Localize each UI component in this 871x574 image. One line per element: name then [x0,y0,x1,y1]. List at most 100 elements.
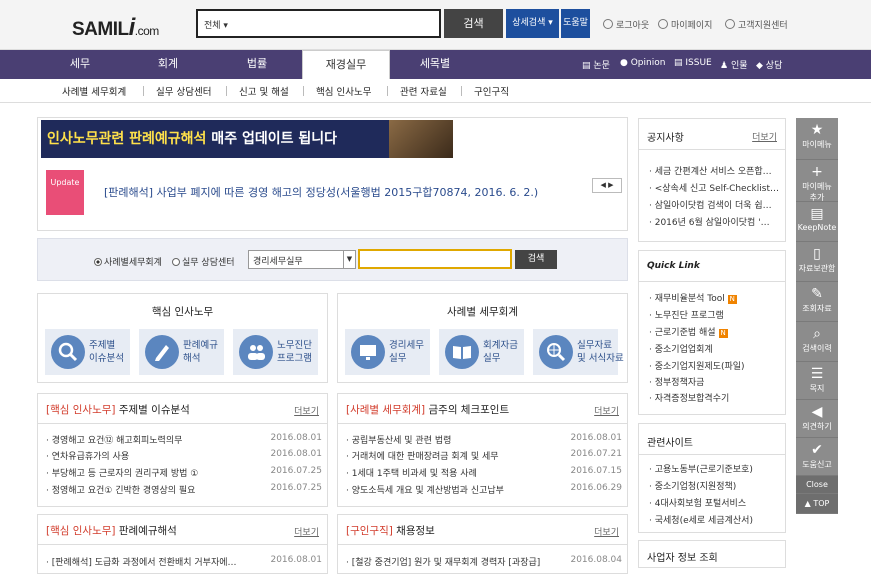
subnav-report[interactable]: 신고 및 해설 [239,84,289,98]
quick-item[interactable]: · 자격증정보합격수기 [649,391,729,404]
list-item-date: 2016.07.21 [570,449,622,459]
search-input[interactable]: 전체 ▾ [196,9,441,38]
list-item[interactable]: · 1세대 1주택 비과세 및 적용 사례 2016.07.15 [346,466,622,479]
site-item[interactable]: · 4대사회보험 포털서비스 [649,496,746,509]
checkpoint-more-link[interactable]: 더보기 [594,404,619,417]
radio-case[interactable]: 사례별세무회계 [94,255,162,268]
card-precedent[interactable]: 판례예규 해석 [139,329,224,375]
logout-link[interactable]: 로그아웃 [603,18,649,31]
rail-close-button[interactable]: Close [796,476,838,494]
notice-item[interactable]: · 세금 간편계산 서비스 오픈합… [649,164,779,177]
detail-search-button[interactable]: 상세검색 ▾ [506,9,559,38]
site-item[interactable]: · 고용노동부(근로기준보호) [649,462,753,475]
support-link[interactable]: 고객지원센터 [725,18,788,31]
rail-feedback[interactable]: ◀ 의견하기 [796,400,838,438]
notice-item[interactable]: · <상속세 신고 Self-Checklist… [649,181,779,194]
list-item[interactable]: · [철강 중견기업] 원가 및 재무회계 경력자 [과장급] 2016.08.0… [346,555,622,568]
rail-search-history[interactable]: ⌕ 검색이력 [796,322,838,362]
rail-my-menu[interactable]: ★ 마이메뉴 [796,118,838,160]
issue-list-box: [핵심 인사노무] 주제별 이슈분석 더보기 · 경영해고 요건⑫ 해고회피노력… [37,393,328,507]
update-headline[interactable]: [판례해석] 사업부 폐지에 따른 경영 해고의 정당성(서울행법 2015구합… [104,184,538,200]
list-item-title: [철강 중견기업] 원가 및 재무회계 경력자 [과장급] [351,558,541,568]
banner-title[interactable]: 인사노무관련 판례예규해석 매주 업데이트 됩니다 [41,120,389,158]
quick-item[interactable]: · 노무진단 프로그램 [649,308,724,321]
divider [303,86,304,96]
list-item[interactable]: · 거래처에 대한 판매장려금 회계 및 세무 2016.07.21 [346,449,622,462]
jobs-more-link[interactable]: 더보기 [594,525,619,538]
list-item[interactable]: · 연차유급휴가의 사용 2016.08.01 [46,449,322,462]
card-issue-analysis[interactable]: 주제별 이슈분석 [45,329,130,375]
nav-accounting[interactable]: 회계 [124,50,212,79]
site-item[interactable]: · 중소기업청(지원정책) [649,479,736,492]
keyword-input[interactable] [358,249,512,269]
card-accounting-practice[interactable]: 경리세무 실무 [345,329,430,375]
category-select[interactable]: 경리세무실무 ▼ [248,250,356,269]
subnav-hr[interactable]: 핵심 인사노무 [316,84,371,98]
subnav-jobs[interactable]: 구인구직 [474,84,509,98]
list-item[interactable]: · 정영해고 요건① 긴박한 경영상의 필요 2016.07.25 [46,483,322,496]
list-item[interactable]: · 공립부동산세 및 관련 법령 2016.08.01 [346,433,622,446]
list-item[interactable]: · 부당해고 등 근로자의 권리구제 방법 ① 2016.07.25 [46,466,322,479]
nav-tax[interactable]: 세무 [36,50,124,79]
divider [226,86,227,96]
rail-list[interactable]: ☰ 목지 [796,362,838,400]
search-button[interactable]: 검색 [444,9,503,38]
notice-more-link[interactable]: 더보기 [752,130,777,143]
issue-more-link[interactable]: 더보기 [294,404,319,417]
list-item[interactable]: · [판례해석] 도급화 과정에서 전환배치 거부자에… 2016.08.01 [46,555,322,568]
quick-item[interactable]: · 중소기업지원제도(파일) [649,359,745,372]
rail-viewed[interactable]: ✎ 조회자료 [796,282,838,322]
divider [143,86,144,96]
help-button[interactable]: 도움말 [561,9,590,38]
rail-keepnote[interactable]: ▤ KeepNote [796,202,838,242]
list-item-date: 2016.08.04 [570,555,622,565]
list-item-title: [판례해석] 도급화 과정에서 전환배치 거부자에… [51,558,237,568]
subnav-library[interactable]: 관련 자료실 [400,84,447,98]
nav-people[interactable]: ♟ 인물 [720,58,748,71]
list-item-date: 2016.07.25 [270,466,322,476]
nav-consult[interactable]: ◆ 상담 [756,58,782,71]
rail-label: 의견하기 [802,422,832,431]
card-forms[interactable]: 실무자료 및 서식자료 [533,329,624,375]
checkpoint-list-box: [사례별 세무회계] 금주의 체크포인트 더보기 · 공립부동산세 및 관련 법… [337,393,628,507]
star-icon: ★ [810,122,824,138]
rail-report[interactable]: ✔ 도움신고 [796,438,838,476]
rail-archive[interactable]: ▯ 자료보관함 [796,242,838,282]
subnav-consult[interactable]: 실무 상담센터 [156,84,211,98]
card-funds-practice[interactable]: 회계자금 실무 [439,329,524,375]
mypage-link[interactable]: 마이페이지 [658,18,712,31]
nav-people-label: 인물 [730,61,748,71]
notice-item[interactable]: · 2016년 6월 삼일아이닷컴 '… [649,215,779,228]
quick-item-label: 노무진단 프로그램 [654,311,724,321]
banner-arrows[interactable]: ◀ ▶ [592,178,622,193]
quick-item-label: 근로기준법 해설 [654,328,716,338]
quick-item[interactable]: · 재무비율분석 Tool N [649,291,737,304]
notice-item[interactable]: · 삼일아이닷컴 검색이 더욱 쉽… [649,198,779,211]
nav-opinion[interactable]: ● Opinion [620,58,665,68]
nav-law[interactable]: 법률 [212,50,302,79]
samil-logo[interactable]: SAMILi.com [72,14,159,42]
related-sites-title: 관련사이트 [647,438,693,449]
search-scope-select[interactable]: 전체 ▾ [204,18,228,31]
keyword-search-button[interactable]: 검색 [515,250,557,269]
card-labor-diagnosis[interactable]: 노무진단 프로그램 [233,329,318,375]
quick-item[interactable]: · 정부정책자금 [649,375,704,388]
nav-tax-items[interactable]: 세목별 [390,50,480,79]
nav-paper[interactable]: ▤ 논문 [582,58,610,71]
nav-practice[interactable]: 재경실무 [302,50,390,79]
rail-add-menu[interactable]: + 마이메뉴 추가 [796,160,838,202]
list-item[interactable]: · 경영해고 요건⑫ 해고회피노력의무 2016.08.01 [46,433,322,446]
site-item[interactable]: · 국세청(e세로 세금계산서) [649,513,753,526]
radio-consult[interactable]: 실무 상담센터 [172,255,235,268]
nav-issue[interactable]: ▤ ISSUE [674,58,712,68]
precedent-list-title: [핵심 인사노무] 판례예규해석 [46,523,177,538]
precedent-more-link[interactable]: 더보기 [294,525,319,538]
checkpoint-list-tag: [사례별 세무회계] [346,404,426,416]
quick-link-title: Quick Link [647,261,700,271]
subnav-case[interactable]: 사례별 세무회계 [62,84,126,98]
quick-item[interactable]: · 중소기업업회계 [649,342,713,355]
rail-top-button[interactable]: ▲ TOP [796,494,838,514]
list-item[interactable]: · 양도소득세 개요 및 계산방법과 신고납부 2016.06.29 [346,483,622,496]
quick-item[interactable]: · 근로기준법 해설 N [649,325,728,338]
list-item-title: 정영해고 요건① 긴박한 경영상의 필요 [51,486,196,496]
